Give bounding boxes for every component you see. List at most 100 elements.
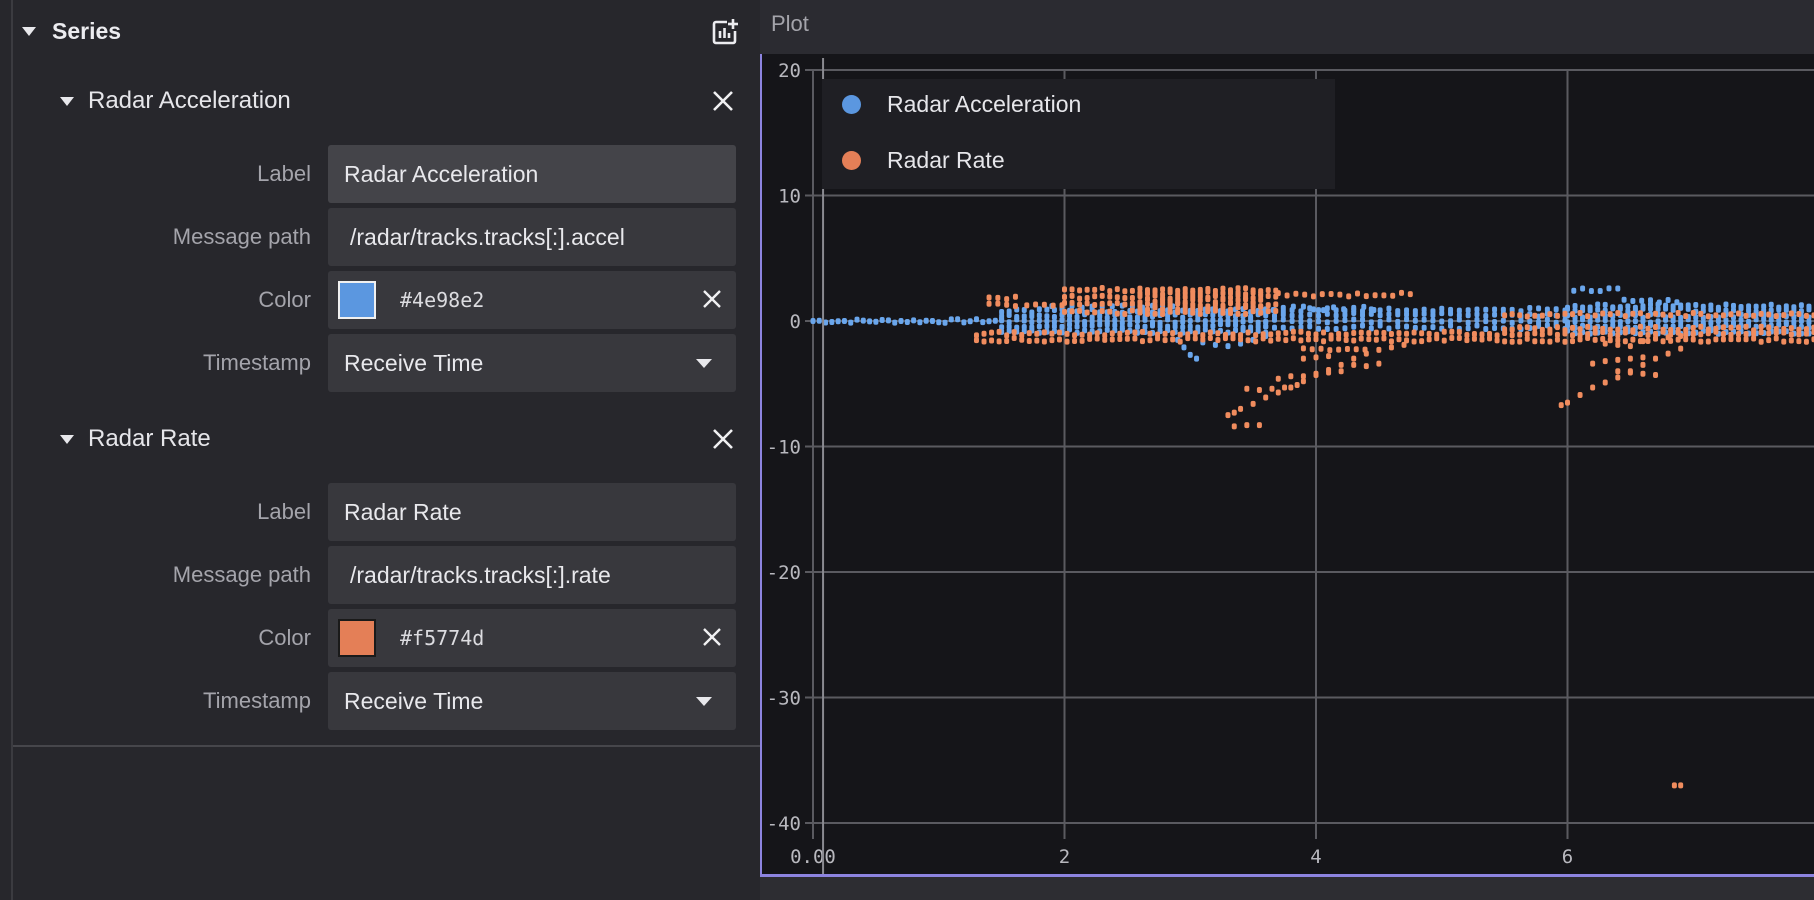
data-point — [1585, 313, 1591, 320]
data-point — [1167, 289, 1173, 296]
data-point — [1207, 329, 1213, 336]
add-series-button[interactable] — [710, 17, 740, 47]
data-point — [1302, 291, 1308, 298]
data-point — [1781, 325, 1787, 332]
data-point — [1377, 318, 1383, 325]
series-settings-panel: Series Radar Acceleration Label Radar Ac… — [0, 0, 760, 900]
data-point — [1187, 323, 1193, 330]
data-point — [1607, 311, 1613, 318]
data-point — [1517, 338, 1523, 345]
data-point — [1212, 299, 1218, 306]
data-point — [1036, 323, 1042, 330]
timestamp-select[interactable]: Receive Time — [328, 334, 736, 392]
data-point — [1177, 338, 1183, 345]
data-point — [1041, 329, 1047, 336]
data-point — [1360, 322, 1366, 329]
data-point — [1660, 338, 1666, 345]
data-point — [1708, 302, 1714, 309]
data-point — [1509, 326, 1515, 333]
data-point — [1615, 326, 1621, 333]
data-point — [1265, 287, 1271, 294]
clear-color-button[interactable] — [700, 287, 724, 317]
data-point — [1570, 311, 1576, 318]
data-point — [1565, 399, 1570, 406]
data-point — [1036, 312, 1042, 319]
data-point — [1190, 305, 1196, 312]
clear-color-button[interactable] — [700, 625, 724, 655]
data-point — [1753, 303, 1759, 310]
data-point — [1160, 306, 1166, 313]
data-point — [1720, 336, 1726, 343]
data-point — [1092, 309, 1098, 316]
color-input[interactable]: #4e98e2 — [328, 271, 736, 329]
color-swatch[interactable] — [338, 281, 376, 319]
data-point — [1275, 375, 1281, 382]
data-point — [1336, 346, 1342, 353]
color-swatch[interactable] — [338, 619, 376, 657]
data-point — [961, 319, 967, 326]
data-point — [1227, 299, 1233, 306]
data-point — [841, 317, 847, 324]
data-point — [1202, 318, 1208, 325]
color-caption: Color — [258, 287, 311, 312]
message-path-input[interactable]: /radar/tracks.tracks[:].accel — [328, 208, 736, 266]
data-point — [1290, 328, 1296, 335]
data-point — [816, 317, 822, 324]
data-point — [1539, 338, 1545, 345]
data-point — [1781, 312, 1787, 319]
data-point — [1798, 302, 1804, 309]
y-tick-label: 20 — [778, 60, 801, 82]
label-input[interactable]: Radar Rate — [328, 483, 736, 541]
data-point — [1363, 293, 1369, 300]
data-point — [1235, 310, 1241, 317]
data-point — [1077, 295, 1083, 302]
data-point — [1207, 334, 1213, 341]
data-point — [1084, 300, 1090, 307]
data-point — [1170, 330, 1176, 337]
remove-series-button[interactable] — [710, 426, 736, 452]
data-point — [1372, 292, 1378, 299]
legend-item-radar-acceleration[interactable]: Radar Acceleration — [842, 91, 1081, 118]
legend-item-radar-rate[interactable]: Radar Rate — [842, 147, 1005, 174]
message-path-input[interactable]: /radar/tracks.tracks[:].rate — [328, 546, 736, 604]
caret-down-icon — [22, 27, 36, 36]
data-point — [1165, 323, 1171, 330]
data-point — [1275, 335, 1281, 342]
data-point — [1713, 312, 1719, 319]
data-point — [1630, 336, 1636, 343]
data-point — [1386, 325, 1392, 332]
data-point — [973, 316, 979, 323]
data-point — [1102, 336, 1108, 343]
series-toggle-radar-rate[interactable]: Radar Rate — [60, 425, 211, 453]
data-point — [996, 338, 1002, 345]
data-point — [1064, 330, 1070, 337]
remove-series-button[interactable] — [710, 88, 736, 114]
data-point — [1517, 312, 1523, 319]
data-point — [1553, 306, 1559, 313]
data-point — [1243, 296, 1249, 303]
series-toggle-radar-acceleration[interactable]: Radar Acceleration — [60, 87, 291, 115]
data-point — [1494, 337, 1500, 344]
x-tick-label: 6 — [1562, 846, 1573, 868]
color-input[interactable]: #f5774d — [328, 609, 736, 667]
series-section-toggle[interactable]: Series — [22, 18, 121, 45]
data-point — [1006, 308, 1012, 315]
data-point — [1554, 336, 1560, 343]
data-point — [1590, 384, 1596, 391]
data-point — [1215, 337, 1221, 344]
data-point — [1147, 330, 1153, 337]
label-input[interactable]: Radar Acceleration — [328, 145, 736, 203]
data-point — [1324, 319, 1330, 326]
color-value: #4e98e2 — [400, 288, 485, 312]
close-icon — [703, 628, 721, 646]
data-point — [1263, 394, 1269, 401]
data-point — [917, 319, 923, 326]
data-point — [1678, 345, 1684, 352]
data-point — [1104, 326, 1110, 333]
data-point — [989, 337, 995, 344]
data-point — [1730, 302, 1736, 309]
timestamp-select[interactable]: Receive Time — [328, 672, 736, 730]
data-point — [1197, 305, 1203, 312]
data-point — [995, 300, 1001, 307]
data-point — [1487, 335, 1493, 342]
